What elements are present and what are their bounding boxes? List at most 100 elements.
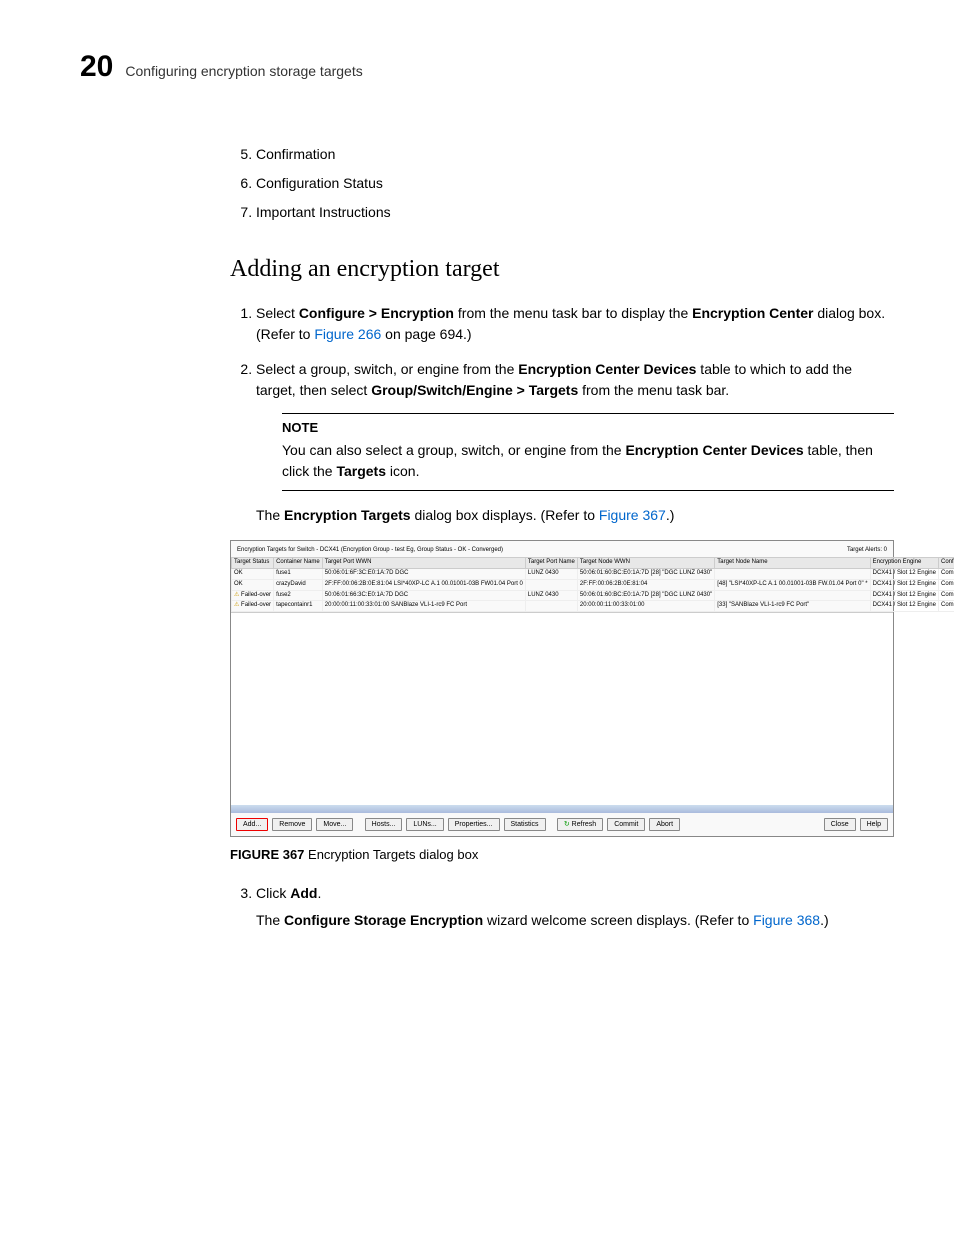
table-row[interactable]: Failed-overtapecontainr120:00:00:11:00:3… xyxy=(232,601,954,612)
statistics-button[interactable]: Statistics xyxy=(504,818,546,831)
close-button[interactable]: Close xyxy=(824,818,856,831)
table-cell: 50:06:01:60:BC:E0:1A:7D [28] "DGC LUNZ 0… xyxy=(577,569,714,580)
figure-label: FIGURE 367 xyxy=(230,847,304,862)
list-item: Configuration Status xyxy=(256,173,894,194)
page-header: 20 Configuring encryption storage target… xyxy=(80,50,894,84)
properties-button[interactable]: Properties... xyxy=(448,818,500,831)
procedure-list: Select Configure > Encryption from the m… xyxy=(230,303,894,526)
text: dialog box displays. (Refer to xyxy=(411,507,599,523)
table-cell: 50:06:01:66:3C:E0:1A:7D DGC xyxy=(322,590,525,601)
table-cell: fuse2 xyxy=(274,590,323,601)
figure-caption: FIGURE 367 Encryption Targets dialog box xyxy=(230,845,894,865)
procedure-list-cont: Click Add. The Configure Storage Encrypt… xyxy=(230,883,894,931)
table-cell: fuse1 xyxy=(274,569,323,580)
table-cell: Committed xyxy=(938,590,954,601)
table-row[interactable]: Failed-overfuse250:06:01:66:3C:E0:1A:7D … xyxy=(232,590,954,601)
table-cell: DCX41 / Slot 12 Engine xyxy=(870,590,938,601)
shot-empty-area xyxy=(231,612,893,813)
table-cell: 20:00:00:11:00:33:01:00 SANBlaze VLI-1-r… xyxy=(322,601,525,612)
remove-button[interactable]: Remove xyxy=(272,818,312,831)
table-cell: Committed xyxy=(938,601,954,612)
table-cell: 50:06:01:60:BC:E0:1A:7D [28] "DGC LUNZ 0… xyxy=(577,590,714,601)
table-cell: DCX41 / Slot 12 Engine xyxy=(870,579,938,590)
intro-list: Confirmation Configuration Status Import… xyxy=(230,144,894,223)
refresh-button[interactable]: Refresh xyxy=(557,818,603,831)
step-2: Select a group, switch, or engine from t… xyxy=(256,359,894,526)
paragraph: The Encryption Targets dialog box displa… xyxy=(256,505,894,526)
table-cell: Committed xyxy=(938,579,954,590)
text: from the menu task bar to display the xyxy=(454,305,692,321)
section-heading: Adding an encryption target xyxy=(230,251,894,287)
add-button[interactable]: Add... xyxy=(236,818,268,831)
text: . xyxy=(317,885,321,901)
table-cell: LUNZ 0430 xyxy=(525,590,577,601)
figure-link[interactable]: Figure 367 xyxy=(599,507,666,523)
col-header[interactable]: Target Status xyxy=(232,558,274,569)
table-cell: 2F:FF:00:06:2B:0E:81:04 xyxy=(577,579,714,590)
move-button[interactable]: Move... xyxy=(316,818,353,831)
ui-name: Encryption Center Devices xyxy=(518,361,696,377)
table-cell: crazyDavid xyxy=(274,579,323,590)
table-cell xyxy=(715,569,870,580)
table-cell: 2F:FF:00:06:2B:0E:81:04 LSI*40XP-LC A.1 … xyxy=(322,579,525,590)
horizontal-scrollbar[interactable] xyxy=(231,805,893,813)
table-cell: DCX41 / Slot 12 Engine xyxy=(870,601,938,612)
table-cell: 50:06:01:6F:3C:E0:1A:7D DGC xyxy=(322,569,525,580)
text: The xyxy=(256,507,284,523)
list-item: Important Instructions xyxy=(256,202,894,223)
menu-path: Configure > Encryption xyxy=(299,305,454,321)
abort-button[interactable]: Abort xyxy=(649,818,680,831)
table-cell: Failed-over xyxy=(232,601,274,612)
list-item: Confirmation xyxy=(256,144,894,165)
col-header[interactable]: Target Node WWN xyxy=(577,558,714,569)
table-cell xyxy=(525,601,577,612)
table-cell xyxy=(525,579,577,590)
dialog-name: Encryption Center xyxy=(692,305,813,321)
text: Select xyxy=(256,305,299,321)
figure-link[interactable]: Figure 266 xyxy=(314,326,381,342)
note-block: NOTE You can also select a group, switch… xyxy=(282,413,894,491)
shot-alerts: Target Alerts: 0 xyxy=(847,547,887,555)
table-cell: OK xyxy=(232,569,274,580)
ui-name: Encryption Center Devices xyxy=(625,442,803,458)
col-header[interactable]: Target Port Name xyxy=(525,558,577,569)
figure-link[interactable]: Figure 368 xyxy=(753,912,820,928)
step-3: Click Add. The Configure Storage Encrypt… xyxy=(256,883,894,931)
page: 20 Configuring encryption storage target… xyxy=(0,0,954,1005)
chapter-number: 20 xyxy=(80,50,113,84)
col-header[interactable]: Target Port WWN xyxy=(322,558,525,569)
text: icon. xyxy=(386,463,419,479)
table-cell: Failed-over xyxy=(232,590,274,601)
text: from the menu task bar. xyxy=(578,382,729,398)
table-cell: OK xyxy=(232,579,274,590)
luns-button[interactable]: LUNs... xyxy=(406,818,443,831)
table-cell: DCX41 / Slot 12 Engine xyxy=(870,569,938,580)
text: .) xyxy=(820,912,829,928)
col-header[interactable]: Configuration Status xyxy=(938,558,954,569)
table-row[interactable]: OKcrazyDavid2F:FF:00:06:2B:0E:81:04 LSI*… xyxy=(232,579,954,590)
targets-table: Target Status Container Name Target Port… xyxy=(231,557,954,612)
note-body: You can also select a group, switch, or … xyxy=(282,440,894,482)
text: Select a group, switch, or engine from t… xyxy=(256,361,518,377)
help-button[interactable]: Help xyxy=(860,818,888,831)
table-cell: [33] "SANBlaze VLI-1-rc9 FC Port" xyxy=(715,601,870,612)
wizard-name: Configure Storage Encryption xyxy=(284,912,483,928)
dialog-name: Encryption Targets xyxy=(284,507,411,523)
col-header[interactable]: Target Node Name xyxy=(715,558,870,569)
figure-caption-text: Encryption Targets dialog box xyxy=(304,847,478,862)
content-body: Confirmation Configuration Status Import… xyxy=(230,144,894,931)
menu-path: Group/Switch/Engine > Targets xyxy=(371,382,578,398)
step-1: Select Configure > Encryption from the m… xyxy=(256,303,894,345)
shot-toolbar: Add... Remove Move... Hosts... LUNs... P… xyxy=(231,813,893,836)
table-cell: 20:00:00:11:00:33:01:00 xyxy=(577,601,714,612)
table-row[interactable]: OKfuse150:06:01:6F:3C:E0:1A:7D DGCLUNZ 0… xyxy=(232,569,954,580)
hosts-button[interactable]: Hosts... xyxy=(365,818,403,831)
text: .) xyxy=(666,507,675,523)
text: on page 694.) xyxy=(381,326,471,342)
commit-button[interactable]: Commit xyxy=(607,818,645,831)
col-header[interactable]: Encryption Engine xyxy=(870,558,938,569)
col-header[interactable]: Container Name xyxy=(274,558,323,569)
note-title: NOTE xyxy=(282,418,894,438)
text: You can also select a group, switch, or … xyxy=(282,442,625,458)
table-cell: [48] "LSI*40XP-LC A.1 00.01001-03B FW.01… xyxy=(715,579,870,590)
